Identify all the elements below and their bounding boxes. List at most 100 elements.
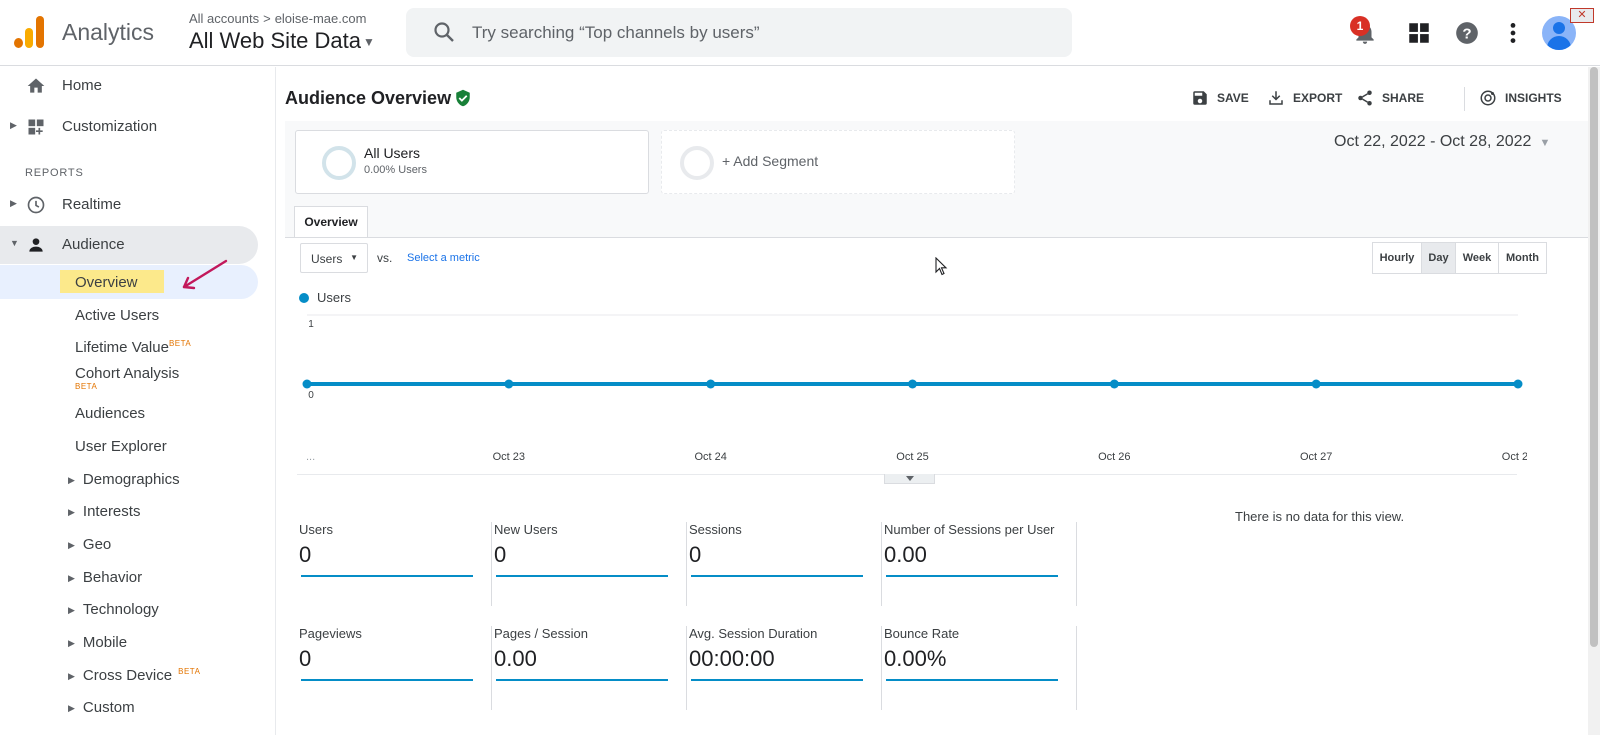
segment-all-users[interactable]: All Users 0.00% Users [295, 130, 649, 194]
metric-value: 00:00:00 [689, 646, 775, 671]
search-icon [434, 22, 454, 42]
metric-selector-value: Users [311, 252, 343, 266]
metric-card-sessions-per-user[interactable]: Number of Sessions per User 0.00 [884, 522, 1077, 606]
sidebar-group-custom[interactable]: ▶ Custom [68, 699, 135, 716]
expand-arrow-icon: ▶ [68, 637, 75, 648]
page-scrollbar[interactable] [1588, 67, 1600, 735]
add-segment-button[interactable]: + Add Segment [661, 130, 1015, 194]
sidebar-group-interests[interactable]: ▶ Interests [68, 503, 140, 520]
sidebar-group-mobile[interactable]: ▶ Mobile [68, 634, 127, 651]
sidebar-group-technology[interactable]: ▶ Technology [68, 601, 159, 618]
expand-arrow-icon: ▶ [68, 670, 75, 681]
metric-value: 0 [299, 542, 312, 567]
beta-badge: BETA [75, 382, 98, 391]
segment-name: All Users [364, 145, 421, 161]
metric-selector[interactable]: Users ▼ [300, 243, 368, 273]
sidebar-item-customization[interactable]: ▶ Customization [0, 108, 258, 146]
metric-card-bounce-rate[interactable]: Bounce Rate 0.00% [884, 626, 1077, 710]
data-point [504, 379, 514, 389]
property-selector[interactable]: All Web Site Data ▼ [189, 28, 375, 54]
metric-label: Pages / Session [494, 626, 588, 641]
chart-collapse-toggle[interactable] [884, 474, 935, 484]
sidebar-subitem-active-users[interactable]: Active Users [75, 307, 159, 324]
data-point [706, 379, 716, 389]
x-tick-label: Oct 28 [1502, 451, 1527, 463]
sidebar-subitem-user-explorer[interactable]: User Explorer [75, 438, 167, 455]
date-range-picker[interactable]: Oct 22, 2022 - Oct 28, 2022 ▼ [1334, 133, 1550, 151]
x-tick-label: Oct 25 [896, 451, 928, 463]
save-icon [1193, 91, 1207, 105]
metric-sparkline [691, 679, 863, 681]
sidebar-subitem-audiences[interactable]: Audiences [75, 405, 145, 422]
granularity-week-button[interactable]: Week [1455, 242, 1499, 274]
caret-down-icon: ▼ [350, 253, 358, 262]
sidebar-group-demographics[interactable]: ▶ Demographics [68, 471, 180, 488]
granularity-day-button[interactable]: Day [1421, 242, 1456, 274]
granularity-month-button[interactable]: Month [1498, 242, 1547, 274]
top-bar: Analytics All accounts > eloise-mae.com Al… [0, 0, 1600, 66]
help-icon[interactable]: ? [1454, 20, 1480, 46]
metric-label: Sessions [689, 522, 742, 537]
date-range-label: Oct 22, 2022 - Oct 28, 2022 [1334, 133, 1532, 150]
data-point [1513, 379, 1523, 389]
metric-value: 0 [299, 646, 312, 671]
no-data-message: There is no data for this view. [1235, 509, 1405, 524]
metric-label: Avg. Session Duration [689, 626, 818, 641]
data-point [1311, 379, 1321, 389]
metric-label: New Users [494, 522, 558, 537]
x-tick-label: Oct 23 [493, 451, 525, 463]
close-icon[interactable]: ✕ [1570, 8, 1594, 23]
y-tick-label: 0 [308, 390, 314, 401]
breadcrumb-all-accounts[interactable]: All accounts [189, 11, 259, 26]
metric-value: 0.00% [884, 646, 947, 671]
metric-sparkline [301, 575, 473, 577]
metric-sparkline [496, 575, 668, 577]
metric-value: 0 [494, 542, 507, 567]
metric-label: Pageviews [299, 626, 362, 641]
data-point [1109, 379, 1119, 389]
sidebar-subitem-overview[interactable]: Overview [75, 274, 138, 291]
sidebar-subitem-cohort-analysis[interactable]: Cohort Analysis BETA [75, 366, 179, 396]
segment-ring-icon [680, 146, 714, 180]
x-tick-label: ... [306, 451, 315, 463]
scrollbar-thumb[interactable] [1590, 67, 1598, 647]
search-placeholder: Try searching “Top channels by users” [472, 23, 760, 42]
sidebar-item-home[interactable]: Home [0, 67, 258, 105]
metric-card-sessions[interactable]: Sessions 0 [689, 522, 882, 606]
metric-sparkline [886, 575, 1058, 577]
metric-card-pages-per-session[interactable]: Pages / Session 0.00 [494, 626, 687, 710]
select-metric-link[interactable]: Select a metric [407, 252, 480, 264]
metric-card-users[interactable]: Users 0 [299, 522, 492, 606]
breadcrumb-site[interactable]: eloise-mae.com [275, 11, 367, 26]
verified-shield-icon [456, 89, 470, 107]
account-breadcrumb[interactable]: All accounts > eloise-mae.com [189, 11, 366, 26]
sidebar-group-geo[interactable]: ▶ Geo [68, 536, 111, 553]
metric-sparkline [886, 679, 1058, 681]
metric-value: 0.00 [494, 646, 537, 671]
granularity-hourly-button[interactable]: Hourly [1372, 242, 1422, 274]
sidebar-group-cross-device[interactable]: ▶ Cross Device BETA [68, 667, 200, 684]
expand-arrow-icon: ▶ [68, 572, 75, 583]
tab-overview[interactable]: Overview [294, 206, 368, 238]
metric-sparkline [496, 679, 668, 681]
metric-card-new-users[interactable]: New Users 0 [494, 522, 687, 606]
sidebar-group-behavior[interactable]: ▶ Behavior [68, 569, 142, 586]
sidebar-subitem-lifetime-value[interactable]: Lifetime ValueBETA [75, 339, 191, 356]
more-vert-icon[interactable] [1500, 20, 1526, 46]
person-icon [29, 238, 43, 252]
search-bar[interactable]: Try searching “Top channels by users” [406, 8, 1072, 57]
clock-icon [27, 196, 45, 214]
property-name: All Web Site Data [189, 28, 362, 53]
home-icon [27, 78, 45, 93]
metric-card-avg-session-duration[interactable]: Avg. Session Duration 00:00:00 [689, 626, 882, 710]
metric-label: Users [299, 522, 333, 537]
metric-card-pageviews[interactable]: Pageviews 0 [299, 626, 492, 710]
apps-grid-icon[interactable] [1406, 20, 1432, 46]
sidebar-item-realtime[interactable]: ▶ Realtime [0, 186, 258, 224]
analytics-logo-icon[interactable] [14, 16, 44, 48]
notification-badge: 1 [1350, 16, 1370, 36]
sidebar-item-label: Realtime [62, 196, 122, 213]
data-point [908, 379, 917, 389]
x-tick-label: Oct 26 [1098, 451, 1130, 463]
svg-text:?: ? [1462, 25, 1471, 42]
